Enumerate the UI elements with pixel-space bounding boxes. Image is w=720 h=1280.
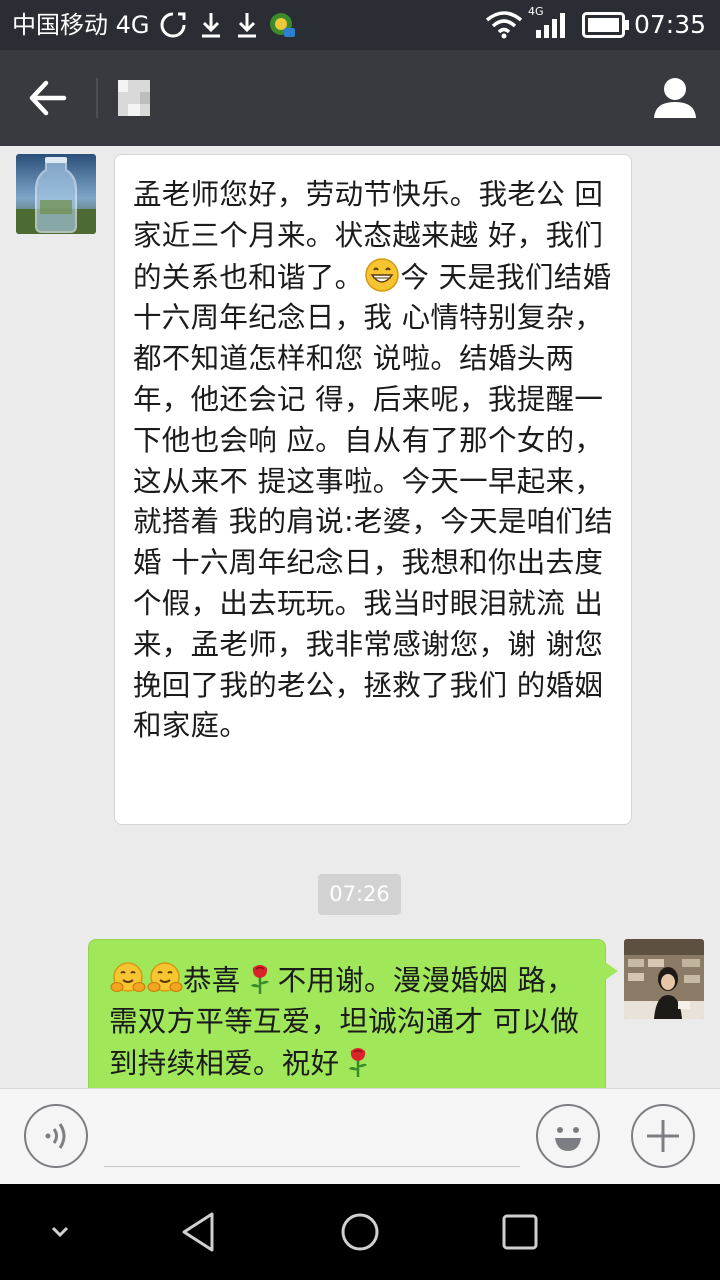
system-navigation-bar xyxy=(0,1184,720,1280)
signal-icon xyxy=(536,13,565,38)
message-timestamp: 07:26 xyxy=(318,874,401,915)
avatar-bottle-photo xyxy=(16,154,96,234)
back-triangle-icon xyxy=(182,1212,214,1252)
incoming-message-text: 孟老师您好，劳动节快乐。我老公 回家近三个月来。状态越来越 好，我们的关系也和谐… xyxy=(133,175,617,747)
wifi-icon xyxy=(485,11,523,39)
home-circle-icon xyxy=(341,1213,379,1251)
arrow-left-icon xyxy=(29,80,67,116)
app-notification-icon xyxy=(270,13,295,37)
nav-recents-button[interactable] xyxy=(492,1206,548,1258)
person-icon xyxy=(654,78,696,118)
hugging-face-icon xyxy=(110,962,146,992)
rose-icon xyxy=(349,1047,368,1077)
chat-input-bar xyxy=(0,1088,720,1184)
message-line: 十六周年纪念日，我想和你出去度 xyxy=(171,546,604,580)
my-avatar[interactable] xyxy=(624,939,704,1019)
status-bar: 中国移动 4G 4G 07:35 xyxy=(0,0,720,50)
emoji-button[interactable] xyxy=(536,1104,600,1168)
status-time: 07:35 xyxy=(633,10,706,39)
more-actions-button[interactable] xyxy=(631,1104,695,1168)
incoming-message-bubble[interactable]: 孟老师您好，劳动节快乐。我老公 回家近三个月来。状态越来越 好，我们的关系也和谐… xyxy=(114,154,632,825)
plus-icon xyxy=(647,1120,679,1152)
battery-icon xyxy=(582,12,629,38)
message-line: 恭喜 xyxy=(183,964,241,997)
chat-info-button[interactable] xyxy=(650,72,700,124)
message-line: 今 xyxy=(400,260,430,294)
carrier-label: 中国移动 4G xyxy=(12,11,150,39)
chat-title-bar xyxy=(0,50,720,146)
message-line: 个假，出去玩玩。我当时眼泪就流 xyxy=(133,586,566,620)
nav-back-button[interactable] xyxy=(172,1206,228,1258)
outgoing-message-text: 恭喜 不用谢。漫漫婚姻 路，需双方平等互爱，坦诚沟通才 可以做到持续相爱。祝好 xyxy=(109,960,595,1084)
message-list[interactable]: 孟老师您好，劳动节快乐。我老公 回家近三个月来。状态越来越 好，我们的关系也和谐… xyxy=(0,146,720,1088)
nav-home-button[interactable] xyxy=(332,1206,388,1258)
rose-icon xyxy=(250,965,269,994)
grinning-face-icon xyxy=(365,257,400,292)
chat-title-pixelated xyxy=(118,80,150,116)
message-input[interactable] xyxy=(104,1109,520,1167)
wechat-chat-screen: 中国移动 4G 4G 07:35 孟老师您好，劳动节快乐。我老公 回家近三个月来… xyxy=(0,0,720,1280)
avatar-person-photo xyxy=(624,939,704,1019)
title-divider xyxy=(96,78,98,118)
hugging-face-icon xyxy=(147,962,183,992)
voice-input-button[interactable] xyxy=(24,1104,88,1168)
download-icon xyxy=(238,13,256,38)
contact-avatar[interactable] xyxy=(16,154,96,234)
download-icon xyxy=(202,13,220,38)
message-line: 不用谢。漫漫婚姻 xyxy=(277,964,509,997)
outgoing-message-bubble[interactable]: 恭喜 不用谢。漫漫婚姻 路，需双方平等互爱，坦诚沟通才 可以做到持续相爱。祝好 xyxy=(88,939,618,1088)
message-line: 孟老师您好，劳动节快乐。我老公 xyxy=(133,178,566,211)
collapse-icon xyxy=(51,1226,69,1238)
back-button[interactable] xyxy=(18,72,78,124)
collapse-nav-button[interactable] xyxy=(32,1206,88,1258)
sync-icon xyxy=(160,12,186,38)
emoji-icon xyxy=(555,1127,581,1151)
voice-icon xyxy=(45,1123,66,1149)
recents-square-icon xyxy=(502,1214,538,1250)
